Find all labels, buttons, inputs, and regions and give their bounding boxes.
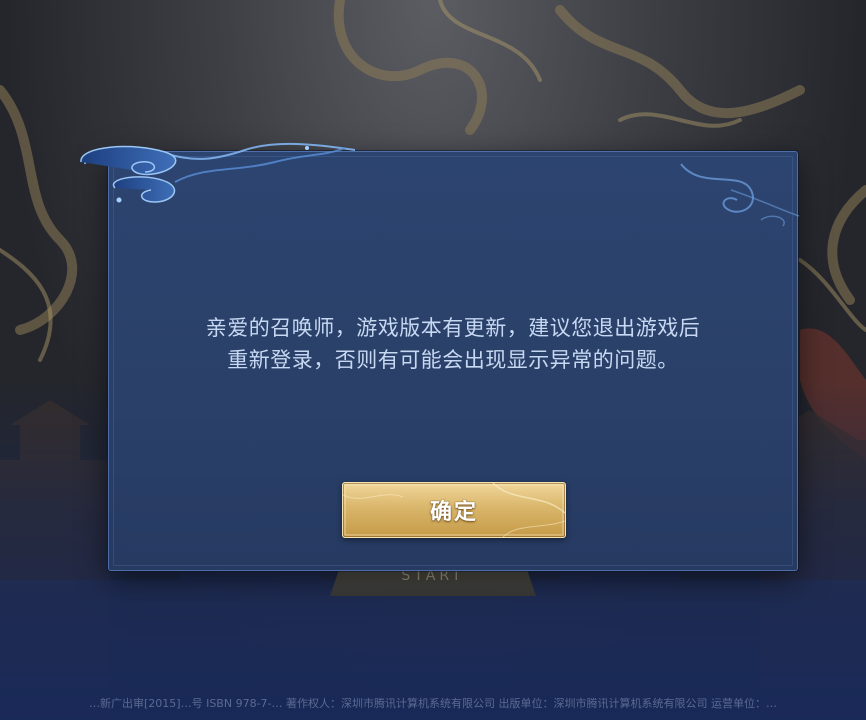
cloud-swirl-ornament-right-icon (680, 163, 800, 227)
legal-footer-text: …新广出审[2015]…号 ISBN 978-7-… 著作权人：深圳市腾讯计算机… (89, 697, 777, 710)
confirm-button[interactable]: 确定 (342, 482, 566, 538)
dialog-message: 亲爱的召唤师，游戏版本有更新，建议您退出游戏后 重新登录，否则有可能会出现显示异… (133, 312, 773, 376)
dialog-message-line-1: 亲爱的召唤师，游戏版本有更新，建议您退出游戏后 (205, 316, 701, 340)
cloud-swirl-ornament-icon (80, 142, 356, 203)
confirm-button-label: 确定 (429, 500, 478, 525)
dialog-message-line-2: 重新登录，否则有可能会出现显示异常的问题。 (227, 348, 679, 372)
game-screen: START …新广出审[2015]…号 ISBN 978-7-… 著作权人：深圳… (0, 0, 866, 720)
update-notice-dialog: 亲爱的召唤师，游戏版本有更新，建议您退出游戏后 重新登录，否则有可能会出现显示异… (80, 142, 800, 571)
